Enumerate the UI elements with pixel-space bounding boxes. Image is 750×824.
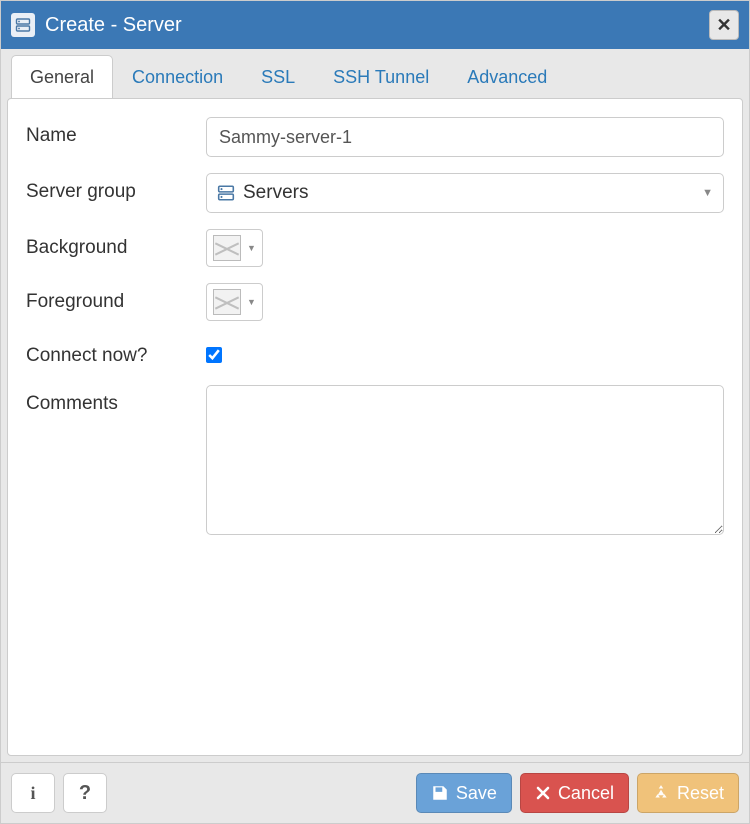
name-input[interactable] bbox=[206, 117, 724, 157]
label-foreground: Foreground bbox=[26, 283, 206, 315]
tab-general[interactable]: General bbox=[11, 55, 113, 99]
chevron-down-icon: ▼ bbox=[247, 243, 256, 253]
cancel-label: Cancel bbox=[558, 783, 614, 804]
dialog-footer: i ? Save Cancel Reset bbox=[1, 762, 749, 823]
info-icon: i bbox=[30, 783, 35, 804]
close-button[interactable]: ✕ bbox=[709, 10, 739, 40]
tab-ssh-tunnel[interactable]: SSH Tunnel bbox=[314, 55, 448, 99]
reset-label: Reset bbox=[677, 783, 724, 804]
chevron-down-icon: ▼ bbox=[247, 297, 256, 307]
save-label: Save bbox=[456, 783, 497, 804]
cancel-button[interactable]: Cancel bbox=[520, 773, 629, 813]
no-color-swatch-icon bbox=[213, 235, 241, 261]
tab-connection[interactable]: Connection bbox=[113, 55, 242, 99]
tabs: General Connection SSL SSH Tunnel Advanc… bbox=[7, 55, 743, 98]
server-icon bbox=[11, 13, 35, 37]
save-button[interactable]: Save bbox=[416, 773, 512, 813]
help-icon: ? bbox=[79, 782, 91, 805]
help-button[interactable]: ? bbox=[63, 773, 107, 813]
comments-textarea[interactable] bbox=[206, 385, 724, 535]
foreground-color-picker[interactable]: ▼ bbox=[206, 283, 263, 321]
tab-ssl[interactable]: SSL bbox=[242, 55, 314, 99]
label-comments: Comments bbox=[26, 385, 206, 417]
dialog-body: General Connection SSL SSH Tunnel Advanc… bbox=[1, 49, 749, 762]
recycle-icon bbox=[652, 784, 670, 802]
server-group-select[interactable]: Servers ▼ bbox=[206, 173, 724, 213]
tab-advanced[interactable]: Advanced bbox=[448, 55, 566, 99]
dialog-title: Create - Server bbox=[45, 14, 699, 37]
connect-now-checkbox[interactable] bbox=[206, 347, 222, 363]
info-button[interactable]: i bbox=[11, 773, 55, 813]
save-icon bbox=[431, 784, 449, 802]
servers-icon bbox=[217, 184, 235, 202]
label-connect-now: Connect now? bbox=[26, 337, 206, 369]
server-group-value: Servers bbox=[243, 182, 694, 204]
close-icon: ✕ bbox=[716, 15, 731, 36]
cancel-icon bbox=[535, 785, 551, 801]
chevron-down-icon: ▼ bbox=[702, 187, 713, 199]
create-server-dialog: Create - Server ✕ General Connection SSL… bbox=[0, 0, 750, 824]
tab-panel-general: Name Server group bbox=[7, 98, 743, 756]
background-color-picker[interactable]: ▼ bbox=[206, 229, 263, 267]
label-background: Background bbox=[26, 229, 206, 261]
no-color-swatch-icon bbox=[213, 289, 241, 315]
titlebar: Create - Server ✕ bbox=[1, 1, 749, 49]
label-name: Name bbox=[26, 117, 206, 149]
label-server-group: Server group bbox=[26, 173, 206, 205]
reset-button[interactable]: Reset bbox=[637, 773, 739, 813]
